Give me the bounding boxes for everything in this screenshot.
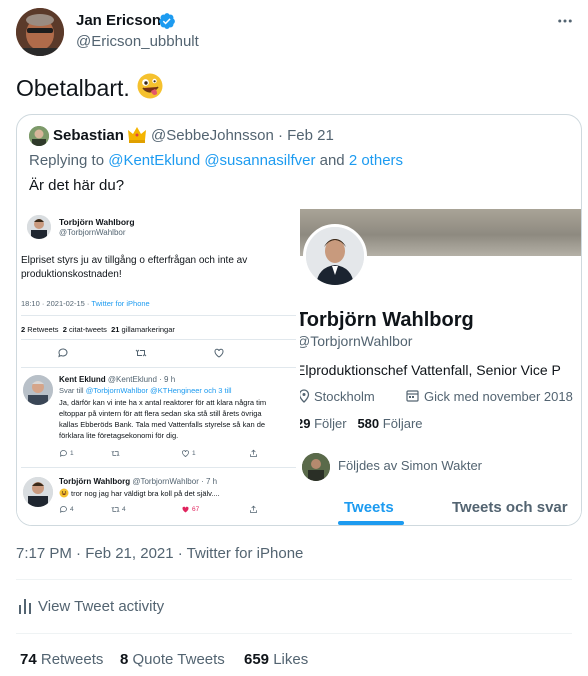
liked-heart-icon: [182, 506, 189, 513]
followed-by-avatar: [302, 453, 330, 481]
reply-count: 1: [70, 450, 74, 457]
author-handle[interactable]: @Ericson_ubbhult: [76, 33, 199, 50]
likes-stat[interactable]: 659 Likes: [244, 651, 308, 668]
verified-badge-icon: [158, 12, 176, 30]
calendar-icon: [406, 390, 419, 402]
profile-location: Stockholm: [314, 389, 375, 404]
more-options-icon[interactable]: [556, 12, 574, 30]
divider: [16, 579, 572, 580]
screenshot-reply-line: eltoppar på vintern för att flera sedan …: [59, 409, 262, 418]
screenshot-reply-line: kallas Ebberöds Bank. Tala med Vattenfal…: [59, 420, 266, 429]
screenshot-author-name: Torbjörn Wahlborg: [59, 217, 135, 227]
screenshot-tweet-line-2: produktionskostnaden!: [21, 269, 122, 280]
reply-icon: [59, 506, 67, 513]
retweet-icon: [111, 506, 120, 513]
retweet-count: 4: [122, 506, 126, 513]
quoted-tweet[interactable]: Sebastian @SebbeJohnsson · Feb 21 Replyi…: [16, 114, 582, 526]
quote-tweets-stat[interactable]: 8 Quote Tweets: [120, 651, 225, 668]
like-icon: [214, 348, 224, 358]
profile-name: Torbjörn Wahlborg: [300, 309, 474, 331]
tweet-text: Obetalbart.: [16, 75, 130, 101]
reply-count: 4: [70, 506, 74, 513]
quote-text: Är det här du?: [29, 177, 125, 194]
profile-bio: Elproduktionschef Vattenfall, Senior Vic…: [300, 362, 561, 378]
profile-followed-by: Följdes av Simon Wakter: [338, 458, 483, 473]
screenshot-reply-name: Kent Eklund @KentEklund · 9 h: [59, 375, 176, 384]
share-icon: [250, 505, 257, 513]
replying-users-link[interactable]: @KentEklund @susannasilfver: [108, 152, 315, 169]
replying-to: Replying to @KentEklund @susannasilfver …: [29, 152, 404, 169]
screenshot-reply-to: Svar till @TorbjornWahlbor @KTHengineer …: [59, 386, 232, 395]
replying-others-link[interactable]: 2 others: [349, 152, 403, 169]
view-tweet-activity-link[interactable]: View Tweet activity: [38, 598, 164, 615]
author-name[interactable]: Jan Ericson: [76, 12, 161, 29]
divider: [21, 467, 296, 468]
screenshot-author-handle: @TorbjornWahlbor: [59, 228, 126, 237]
screenshot-image-profile[interactable]: Torbjörn Wahlborg @TorbjornWahlbor Elpro…: [300, 209, 581, 525]
tweet-detail: Jan Ericson @Ericson_ubbhult Obetalbart.…: [0, 0, 588, 676]
profile-follow-counts: 29 Följer 580 Följare: [300, 416, 423, 431]
author-avatar[interactable]: [16, 8, 64, 56]
quote-media[interactable]: Torbjörn Wahlborg @TorbjornWahlbor Elpri…: [17, 209, 581, 525]
divider: [16, 633, 572, 634]
screenshot-avatar: [27, 215, 51, 239]
like-count: 1: [192, 450, 196, 457]
like-count: 67: [192, 506, 200, 513]
like-icon: [182, 450, 189, 457]
screenshot-tweet-line-1: Elpriset styrs ju av tillgång o efterfrå…: [21, 255, 248, 266]
profile-joined: Gick med november 2018: [424, 389, 573, 404]
profile-tab-replies: Tweets och svar: [452, 499, 568, 516]
reply-icon: [58, 348, 68, 358]
grinning-emoji-icon: [59, 488, 69, 498]
location-icon: [300, 389, 310, 403]
tweet-timestamp[interactable]: 7:17 PM · Feb 21, 2021 · Twitter for iPh…: [16, 545, 303, 562]
retweet-icon: [111, 450, 120, 457]
retweet-icon: [135, 349, 147, 357]
analytics-icon[interactable]: [18, 597, 34, 615]
quote-author-name[interactable]: Sebastian: [53, 127, 124, 144]
quote-author-handle[interactable]: @SebbeJohnsson · Feb 21: [151, 127, 334, 144]
screenshot-image-tweet[interactable]: Torbjörn Wahlborg @TorbjornWahlbor Elpri…: [17, 209, 300, 525]
reply-icon: [59, 450, 67, 457]
screenshot-reply2-avatar: [23, 477, 53, 507]
profile-tab-indicator: [338, 521, 404, 525]
crown-emoji-icon: [127, 126, 147, 144]
divider: [21, 315, 296, 316]
screenshot-reply2-text: tror nog jag har väldigt bra koll på det…: [71, 489, 220, 498]
screenshot-reply-line: Ja, därför kan vi inte ha x antal reakto…: [59, 398, 267, 407]
retweets-stat[interactable]: 74 Retweets: [20, 651, 103, 668]
quote-author-avatar[interactable]: [29, 126, 49, 146]
profile-tab-tweets: Tweets: [344, 499, 394, 516]
profile-handle: @TorbjornWahlbor: [300, 333, 413, 349]
screenshot-tweet-meta: 18:10 · 2021-02-15 · Twitter for iPhone: [21, 299, 150, 308]
screenshot-reply-avatar: [23, 375, 53, 405]
share-icon: [250, 449, 257, 457]
screenshot-reply-line: förklara lite företagsekonomi för dig.: [59, 431, 179, 440]
divider: [21, 367, 296, 368]
zany-face-emoji-icon: [136, 72, 164, 100]
screenshot-reply2-name: Torbjörn Wahlborg @TorbjornWahlbor · 7 h: [59, 477, 218, 486]
profile-avatar: [303, 224, 367, 288]
screenshot-tweet-stats: 2 Retweets 2 citat-tweets 21 gillamarker…: [21, 325, 175, 334]
divider: [21, 339, 296, 340]
